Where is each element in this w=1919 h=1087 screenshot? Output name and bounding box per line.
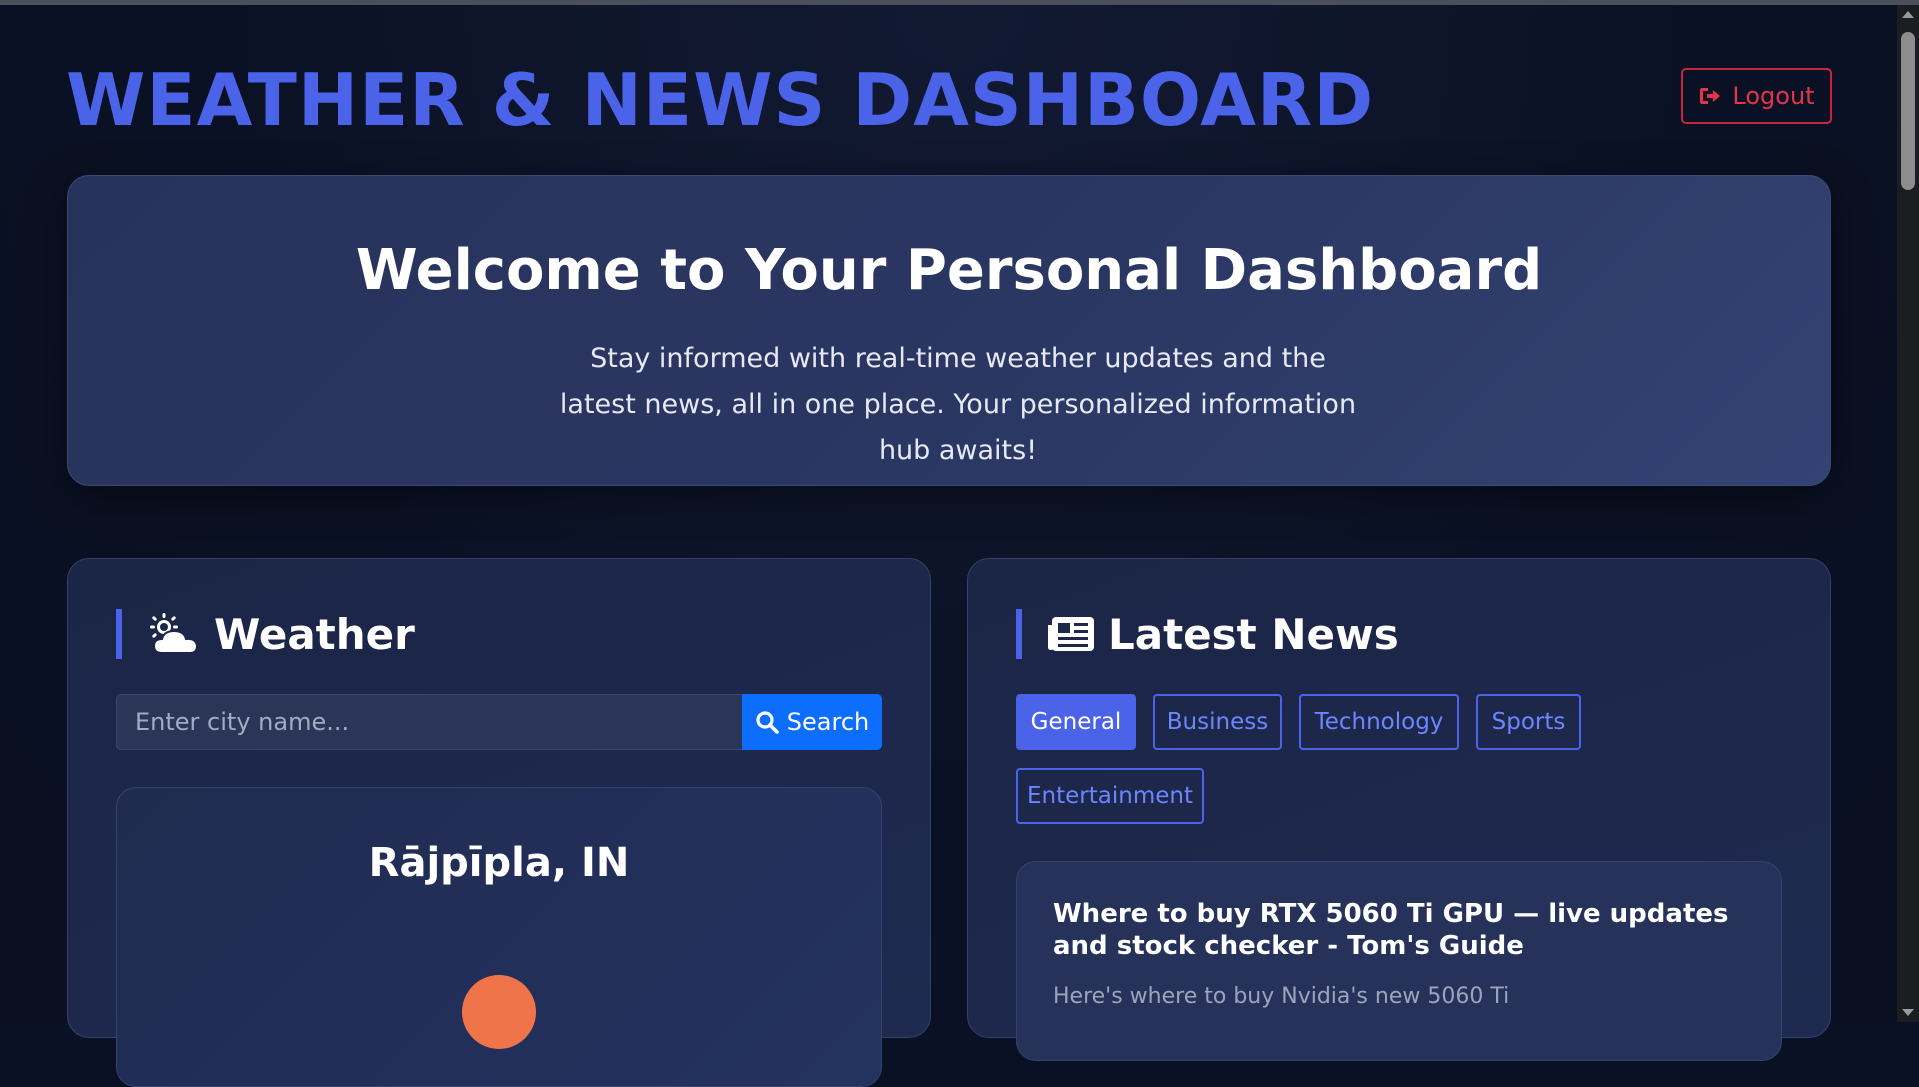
app-title: WEATHER & NEWS DASHBOARD <box>66 58 1375 142</box>
scrollbar-thumb[interactable] <box>1901 32 1915 190</box>
page-scrollbar[interactable] <box>1897 5 1919 1022</box>
news-card: Latest News General Business Technology … <box>967 558 1831 1061</box>
news-article-title[interactable]: Where to buy RTX 5060 Ti GPU — live upda… <box>1053 898 1753 962</box>
window-top-border <box>0 0 1919 5</box>
weather-card-header: Weather <box>116 609 415 659</box>
city-name: Rājpīpla, IN <box>368 840 630 886</box>
weather-title: Weather <box>214 609 415 659</box>
tab-entertainment[interactable]: Entertainment <box>1016 768 1204 824</box>
welcome-subtitle: Stay informed with real-time weather upd… <box>559 343 1357 466</box>
news-article[interactable]: Where to buy RTX 5060 Ti GPU — live upda… <box>1016 861 1782 1061</box>
search-button-label: Search <box>786 708 870 736</box>
tab-business[interactable]: Business <box>1153 694 1282 750</box>
search-button[interactable]: Search <box>742 694 882 750</box>
tab-sports[interactable]: Sports <box>1476 694 1581 750</box>
dashboard-page: WEATHER & NEWS DASHBOARD Logout Welcome … <box>0 0 1919 1087</box>
cloud-sun-icon <box>150 613 199 654</box>
scroll-down-arrow-icon[interactable] <box>1902 1009 1914 1016</box>
news-card-header: Latest News <box>1016 609 1399 659</box>
tab-general[interactable]: General <box>1016 694 1136 750</box>
news-article-description: Here's where to buy Nvidia's new 5060 Ti <box>1053 984 1510 1009</box>
tab-technology[interactable]: Technology <box>1299 694 1459 750</box>
weather-card: Weather Search Rājpīpla, IN <box>67 558 931 1087</box>
scroll-up-arrow-icon[interactable] <box>1902 11 1914 18</box>
city-search-input[interactable] <box>116 694 742 750</box>
sign-out-icon <box>1700 88 1721 104</box>
weather-result-panel: Rājpīpla, IN <box>116 787 882 1087</box>
news-title: Latest News <box>1108 609 1399 659</box>
welcome-title: Welcome to Your Personal Dashboard <box>355 238 1543 303</box>
newspaper-icon <box>1048 617 1094 651</box>
sun-icon <box>462 975 536 1049</box>
search-icon <box>756 711 779 734</box>
logout-button[interactable]: Logout <box>1681 68 1832 124</box>
logout-label: Logout <box>1732 82 1815 110</box>
welcome-banner: Welcome to Your Personal Dashboard Stay … <box>67 175 1831 486</box>
